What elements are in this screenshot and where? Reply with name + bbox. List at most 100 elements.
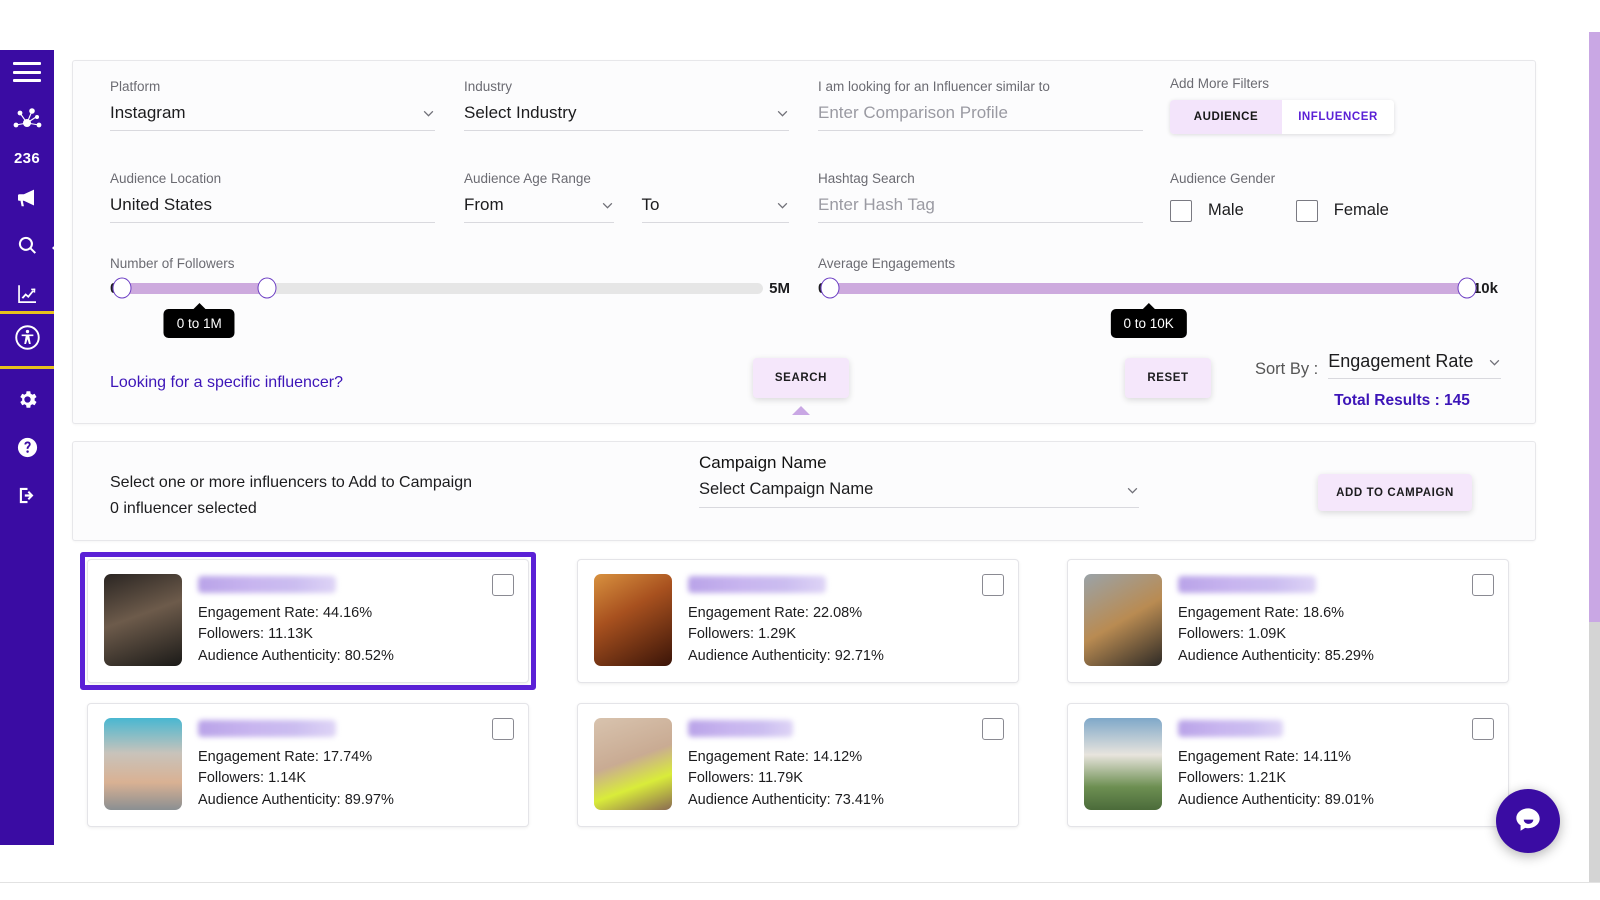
influencer-card[interactable]: Engagement Rate: 17.74% Followers: 1.14K… bbox=[87, 703, 529, 827]
engagement-rate: Engagement Rate: 14.11% bbox=[1178, 749, 1352, 765]
avatar bbox=[104, 574, 182, 666]
sidebar-item-discovery-search[interactable] bbox=[10, 233, 44, 263]
campaign-name-select[interactable]: Select Campaign Name bbox=[699, 480, 1139, 508]
avatar bbox=[104, 718, 182, 810]
add-to-campaign-button[interactable]: ADD TO CAMPAIGN bbox=[1318, 474, 1472, 511]
followers-count: Followers: 11.79K bbox=[688, 770, 803, 787]
network-dots-logo bbox=[6, 104, 48, 136]
selected-count: 0 influencer selected bbox=[110, 499, 257, 517]
page-scrollbar-track[interactable] bbox=[1589, 32, 1600, 900]
audience-age-range-field: Audience Age Range From To bbox=[464, 172, 789, 223]
chevron-down-icon bbox=[422, 107, 435, 120]
gender-female-option[interactable]: Female bbox=[1295, 199, 1389, 222]
followers-count: Followers: 1.14K bbox=[198, 770, 306, 787]
audience-authenticity: Audience Authenticity: 89.97% bbox=[198, 791, 394, 808]
engagements-slider-min-knob[interactable] bbox=[820, 277, 840, 299]
page-scrollbar-thumb[interactable] bbox=[1589, 32, 1600, 622]
followers-slider-min-knob[interactable] bbox=[112, 277, 132, 299]
age-from-value: From bbox=[464, 194, 504, 214]
sort-by-group: Sort By : Engagement Rate Total Results … bbox=[1255, 351, 1501, 410]
search-button[interactable]: SEARCH bbox=[753, 358, 849, 398]
sidebar-item-settings[interactable] bbox=[10, 387, 44, 417]
filter-type-segmented-control: AUDIENCE INFLUENCER bbox=[1170, 99, 1394, 134]
select-influencer-checkbox[interactable] bbox=[1472, 574, 1494, 596]
female-checkbox[interactable] bbox=[1295, 199, 1318, 222]
influencer-card[interactable]: Engagement Rate: 44.16% Followers: 11.13… bbox=[87, 559, 529, 683]
industry-field: Industry Select Industry bbox=[464, 80, 789, 131]
influencer-handle-redacted bbox=[688, 576, 826, 593]
sidebar-divider bbox=[0, 366, 54, 369]
engagements-slider-tooltip: 0 to 10K bbox=[1110, 308, 1187, 338]
influencer-card[interactable]: Engagement Rate: 14.12% Followers: 11.79… bbox=[577, 703, 1019, 827]
sort-by-select[interactable]: Engagement Rate bbox=[1328, 351, 1501, 379]
followers-count: Followers: 1.29K bbox=[688, 626, 796, 643]
chat-widget-button[interactable] bbox=[1496, 789, 1560, 853]
question-circle-icon bbox=[16, 436, 39, 464]
sidebar-item-accessibility[interactable] bbox=[0, 314, 54, 366]
megaphone-icon bbox=[15, 186, 39, 215]
engagements-max-label: 10k bbox=[1472, 279, 1498, 297]
hashtag-search-placeholder: Enter Hash Tag bbox=[818, 194, 935, 214]
age-to-value: To bbox=[641, 194, 660, 214]
left-sidebar: 236 bbox=[0, 50, 54, 845]
followers-slider-field: Number of Followers 0 0 to 1M 5M bbox=[110, 257, 790, 338]
audience-authenticity: Audience Authenticity: 85.29% bbox=[1178, 647, 1374, 664]
audience-authenticity: Audience Authenticity: 92.71% bbox=[688, 647, 884, 664]
sidebar-item-analytics[interactable] bbox=[10, 281, 44, 311]
engagement-rate: Engagement Rate: 44.16% bbox=[198, 605, 373, 621]
influencer-handle-redacted bbox=[1178, 576, 1316, 593]
select-influencer-checkbox[interactable] bbox=[982, 574, 1004, 596]
sidebar-item-help[interactable] bbox=[10, 435, 44, 465]
select-influencer-checkbox[interactable] bbox=[492, 718, 514, 740]
select-influencer-checkbox[interactable] bbox=[982, 718, 1004, 740]
sidebar-item-logout[interactable] bbox=[10, 483, 44, 513]
select-influencer-checkbox[interactable] bbox=[492, 574, 514, 596]
followers-slider-track[interactable]: 0 to 1M bbox=[112, 277, 764, 338]
reset-button[interactable]: RESET bbox=[1125, 358, 1211, 398]
engagements-slider-field: Average Engagements 0 0 to 10K 10k bbox=[818, 257, 1498, 338]
tab-audience[interactable]: AUDIENCE bbox=[1170, 99, 1282, 134]
industry-select[interactable]: Select Industry bbox=[464, 103, 789, 131]
industry-label: Industry bbox=[464, 79, 513, 94]
hashtag-search-input[interactable]: Enter Hash Tag bbox=[818, 195, 1143, 223]
engagements-slider-fill bbox=[830, 282, 1467, 294]
age-to-select[interactable]: To bbox=[641, 194, 789, 223]
engagement-rate: Engagement Rate: 22.08% bbox=[688, 605, 863, 621]
specific-influencer-link[interactable]: Looking for a specific influencer? bbox=[110, 374, 343, 392]
influencer-card[interactable]: Engagement Rate: 22.08% Followers: 1.29K… bbox=[577, 559, 1019, 683]
platform-field: Platform Instagram bbox=[110, 80, 435, 131]
campaign-name-field: Campaign Name Select Campaign Name bbox=[699, 454, 1139, 508]
avatar bbox=[594, 718, 672, 810]
campaign-name-label: Campaign Name bbox=[699, 453, 827, 472]
sort-by-label: Sort By : bbox=[1255, 360, 1319, 378]
platform-select[interactable]: Instagram bbox=[110, 103, 435, 131]
audience-age-range-label: Audience Age Range bbox=[464, 171, 591, 186]
audience-authenticity: Audience Authenticity: 73.41% bbox=[688, 791, 884, 808]
followers-max-label: 5M bbox=[769, 279, 790, 297]
influencer-card[interactable]: Engagement Rate: 18.6% Followers: 1.09K … bbox=[1067, 559, 1509, 683]
select-influencer-checkbox[interactable] bbox=[1472, 718, 1494, 740]
avatar bbox=[1084, 718, 1162, 810]
gender-male-option[interactable]: Male bbox=[1170, 199, 1244, 222]
audience-authenticity: Audience Authenticity: 80.52% bbox=[198, 647, 394, 664]
followers-slider-max-knob[interactable] bbox=[257, 277, 277, 299]
collapse-filters-caret-icon[interactable] bbox=[792, 406, 810, 415]
logout-icon bbox=[16, 484, 39, 512]
comparison-profile-input[interactable]: Enter Comparison Profile bbox=[818, 103, 1143, 131]
platform-value: Instagram bbox=[110, 102, 186, 122]
influencer-card[interactable]: Engagement Rate: 14.11% Followers: 1.21K… bbox=[1067, 703, 1509, 827]
engagements-slider-track[interactable]: 0 to 10K bbox=[820, 277, 1477, 338]
page-bottom-edge bbox=[0, 882, 1600, 900]
male-checkbox[interactable] bbox=[1170, 199, 1192, 222]
engagement-rate: Engagement Rate: 14.12% bbox=[688, 749, 863, 765]
tab-influencer[interactable]: INFLUENCER bbox=[1282, 99, 1394, 134]
audience-location-value: United States bbox=[110, 194, 213, 214]
hamburger-icon-bar bbox=[13, 62, 41, 65]
age-from-select[interactable]: From bbox=[464, 195, 614, 223]
engagements-slider-max-knob[interactable] bbox=[1457, 277, 1477, 299]
sort-by-value: Engagement Rate bbox=[1328, 351, 1474, 371]
menu-toggle-button[interactable] bbox=[13, 62, 41, 82]
audience-location-input[interactable]: United States bbox=[110, 195, 435, 223]
sidebar-item-campaign[interactable] bbox=[10, 185, 44, 215]
campaign-name-value: Select Campaign Name bbox=[699, 480, 874, 498]
